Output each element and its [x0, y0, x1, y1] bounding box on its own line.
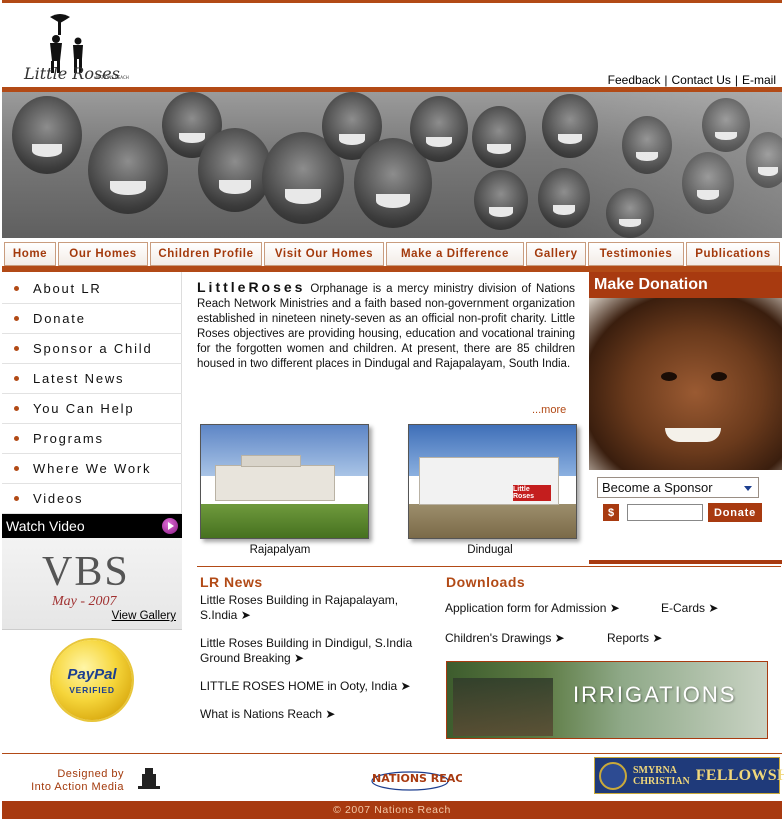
tab-publications[interactable]: Publications	[686, 242, 780, 266]
sidebar-item-label: Where We Work	[33, 461, 152, 476]
little-roses-sign: Little Roses	[513, 485, 551, 501]
sidebar-item-label: Videos	[33, 491, 84, 506]
sidebar-item-label: Donate	[33, 311, 86, 326]
smyrna-fellowship-logo[interactable]: SMYRNA CHRISTIAN FELLOWSHIP	[594, 757, 784, 794]
paypal-verified-badge[interactable]: PayPal VERIFIED	[52, 640, 132, 720]
news-item-rajapalayam[interactable]: Little Roses Building in Rajapalayam, S.…	[200, 593, 420, 623]
sidebar-item-videos[interactable]: Videos	[2, 484, 182, 514]
watch-video-label: Watch Video	[6, 518, 85, 534]
sidebar-item-where-we-work[interactable]: Where We Work	[2, 454, 182, 484]
donation-rule	[589, 560, 782, 564]
sidebar-item-label: Sponsor a Child	[33, 341, 153, 356]
svg-text:NATIONS REACH: NATIONS REACH	[372, 772, 462, 785]
bullet-icon	[14, 406, 19, 411]
rajapalyam-caption: Rajapalyam	[249, 544, 311, 556]
dindugal-caption: Dindugal	[467, 544, 513, 556]
sidebar-item-programs[interactable]: Programs	[2, 424, 182, 454]
smyrna-seal-icon	[599, 761, 627, 790]
children-banner-image	[2, 92, 782, 238]
download-application-form[interactable]: Application form for Admission ➤	[445, 601, 620, 615]
sidebar-item-donate[interactable]: Donate	[2, 304, 182, 334]
vbs-gallery-banner: VBS May - 2007 View Gallery	[2, 538, 182, 630]
nations-reach-logo[interactable]: NATIONS REACH	[370, 766, 473, 796]
news-item-nations-reach[interactable]: What is Nations Reach ➤	[200, 707, 420, 722]
tab-testimonies[interactable]: Testimonies	[588, 242, 684, 266]
top-links: Feedback | Contact Us | E-mail	[607, 73, 776, 87]
lr-news-title: LR News	[200, 574, 263, 590]
sponsor-select-value: Become a Sponsor	[602, 480, 713, 495]
sponsor-type-select[interactable]: Become a Sponsor	[597, 477, 759, 498]
play-icon	[162, 518, 178, 534]
bullet-icon	[14, 466, 19, 471]
sidebar-item-about-lr[interactable]: About LR	[2, 274, 182, 304]
tab-gallery[interactable]: Gallery	[526, 242, 586, 266]
little-roses-logo[interactable]: Little Roses NATIONS REACH	[20, 9, 144, 85]
intro-paragraph: LittleRoses Orphanage is a mercy ministr…	[197, 280, 575, 372]
dindugal-photo[interactable]: Little Roses	[408, 424, 577, 539]
tab-make-a-difference[interactable]: Make a Difference	[386, 242, 524, 266]
sidebar-item-sponsor-a-child[interactable]: Sponsor a Child	[2, 334, 182, 364]
bullet-icon	[14, 286, 19, 291]
designed-by-label: Designed by	[57, 768, 124, 780]
irrigations-banner-text: IRRIGATIONS	[573, 682, 737, 707]
tab-home[interactable]: Home	[4, 242, 56, 266]
download-reports[interactable]: Reports ➤	[607, 631, 662, 645]
tab-our-homes[interactable]: Our Homes	[58, 242, 148, 266]
irrigations-banner[interactable]: IRRIGATIONS	[446, 661, 768, 739]
bullet-icon	[14, 496, 19, 501]
child-portrait-image	[589, 298, 782, 470]
make-donation-title: Make Donation	[589, 272, 782, 298]
downloads-title: Downloads	[446, 574, 526, 590]
sidebar-item-latest-news[interactable]: Latest News	[2, 364, 182, 394]
download-ecards[interactable]: E-Cards ➤	[661, 601, 718, 615]
vbs-title: VBS	[42, 549, 130, 595]
news-item-ooty[interactable]: LITTLE ROSES HOME in Ooty, India ➤	[200, 679, 430, 694]
sidebar-item-label: Programs	[33, 431, 104, 446]
paypal-badge-area: PayPal VERIFIED	[2, 630, 182, 732]
donation-amount-input[interactable]	[627, 504, 703, 521]
dollar-icon: $	[603, 504, 619, 521]
sidebar: About LR Donate Sponsor a Child Latest N…	[2, 272, 182, 732]
svg-text:Little Roses: Little Roses	[23, 64, 120, 83]
rajapalyam-photo[interactable]	[200, 424, 369, 539]
tab-children-profile[interactable]: Children Profile	[150, 242, 262, 266]
bullet-icon	[14, 436, 19, 441]
sidebar-item-you-can-help[interactable]: You Can Help	[2, 394, 182, 424]
feedback-link[interactable]: Feedback	[608, 73, 661, 87]
vbs-subtitle: May - 2007	[52, 594, 117, 609]
email-link[interactable]: E-mail	[742, 73, 776, 87]
section-divider	[197, 566, 781, 567]
header: Little Roses NATIONS REACH Feedback | Cont…	[2, 3, 782, 87]
contact-us-link[interactable]: Contact Us	[672, 73, 731, 87]
tab-visit-our-homes[interactable]: Visit Our Homes	[264, 242, 384, 266]
donation-panel: Make Donation Become a Sponsor $ Donate	[589, 272, 782, 564]
view-gallery-link[interactable]: View Gallery	[112, 610, 176, 622]
svg-text:NATIONS REACH: NATIONS REACH	[96, 75, 129, 80]
bullet-icon	[14, 346, 19, 351]
bullet-icon	[14, 316, 19, 321]
designed-by-credit[interactable]: Designed by Into Action Media	[24, 768, 124, 794]
chevron-down-icon	[744, 486, 752, 491]
watch-video-button[interactable]: Watch Video	[2, 514, 182, 538]
intro-text: Orphanage is a mercy ministry division o…	[197, 283, 575, 370]
news-item-dindigul[interactable]: Little Roses Building in Dindigul, S.Ind…	[200, 636, 420, 666]
sidebar-item-label: You Can Help	[33, 401, 135, 416]
download-childrens-drawings[interactable]: Children's Drawings ➤	[445, 631, 565, 645]
bullet-icon	[14, 376, 19, 381]
footer-rule	[2, 753, 782, 754]
main-nav: Home Our Homes Children Profile Visit Ou…	[2, 238, 782, 266]
designer-name: Into Action Media	[31, 781, 124, 793]
sidebar-item-label: About LR	[33, 281, 102, 296]
more-link[interactable]: ...more	[532, 404, 566, 416]
copyright-bar: © 2007 Nations Reach	[2, 801, 782, 819]
donate-button[interactable]: Donate	[708, 503, 762, 522]
intro-brand: LittleRoses	[197, 279, 306, 295]
sidebar-item-label: Latest News	[33, 371, 125, 386]
into-action-media-icon	[136, 766, 162, 792]
